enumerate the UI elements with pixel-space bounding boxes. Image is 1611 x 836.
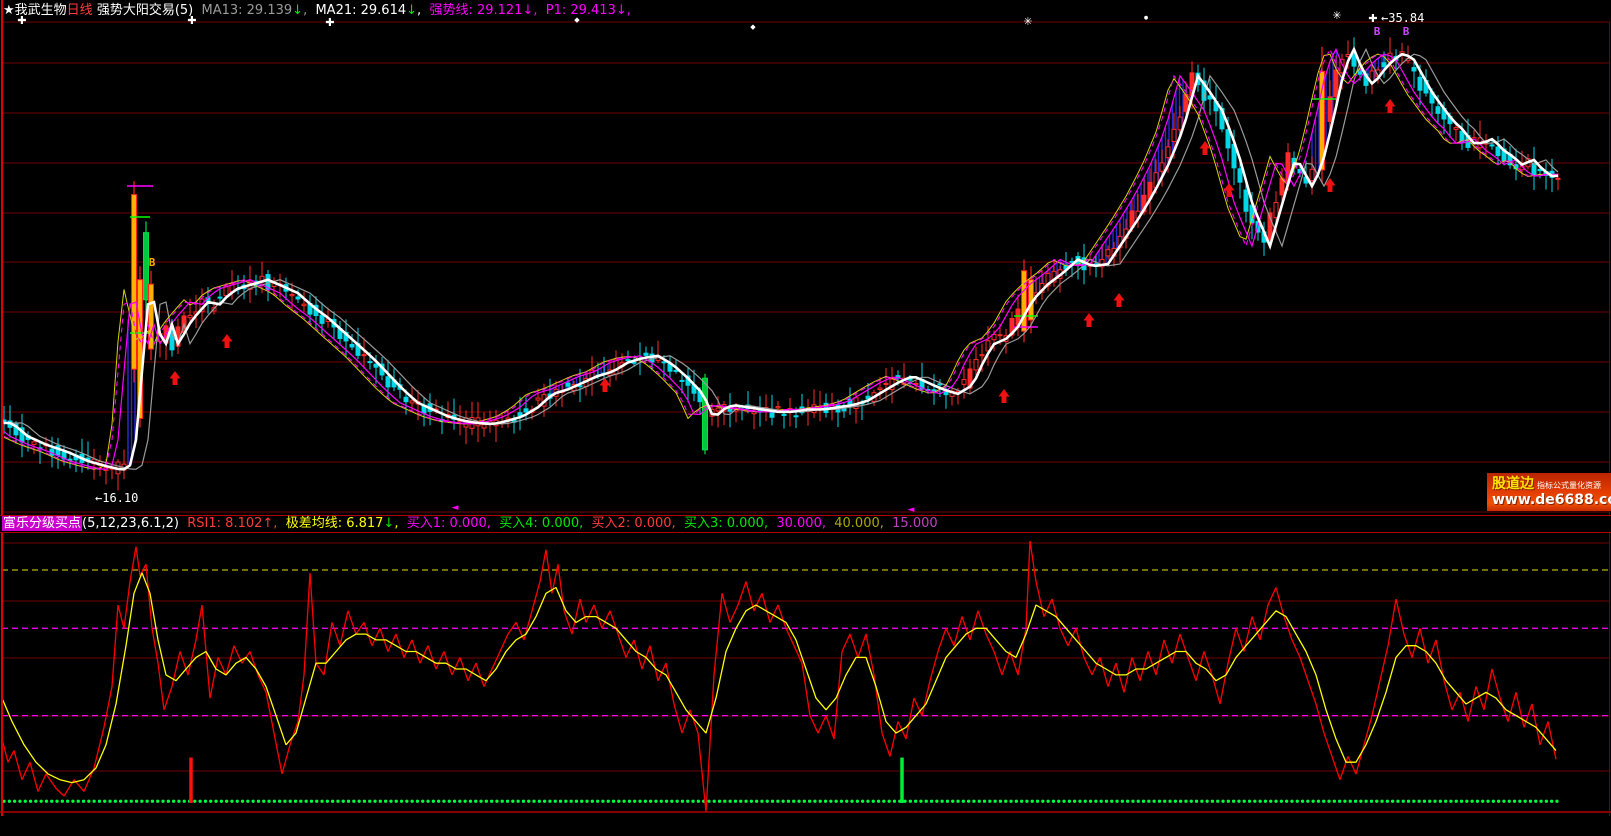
jicha-down-arrow-icon: ↓ xyxy=(383,516,394,531)
svg-text:B: B xyxy=(1403,25,1410,38)
watermark-brand: 股道边 xyxy=(1492,477,1534,492)
price-chart[interactable]: ✚✚✚◆◆✳●✳✚BBB◄◄←16.10←35.84 xyxy=(0,0,1611,515)
svg-text:✳: ✳ xyxy=(1332,9,1341,22)
const-15: 15.000 xyxy=(892,516,938,531)
buy4-value: 买入4: 0.000, xyxy=(499,516,583,531)
stock-chart-window: ✚✚✚◆◆✳●✳✚BBB◄◄←16.10←35.84 ★我武生物日线 强势大阳交… xyxy=(0,0,1611,836)
indicator-panel-header: 富乐分级买点(5,12,23,6.1,2) RSI1: 8.102↑, 极差均线… xyxy=(0,515,1611,533)
indicator-params: (5,12,23,6.1,2) xyxy=(82,516,179,531)
buy2-value: 买入2: 0.000, xyxy=(592,516,676,531)
indicator-borders xyxy=(0,533,1611,816)
main-indicator-name[interactable]: 强势大阳交易(5) xyxy=(97,3,193,18)
ma21-down-arrow-icon: ↓ xyxy=(406,3,417,18)
period-label[interactable]: 日线 xyxy=(67,3,93,18)
indicator-name[interactable]: 富乐分级买点 xyxy=(2,516,82,531)
p1-value: P1: 29.413 xyxy=(546,3,616,18)
svg-text:✳: ✳ xyxy=(1023,15,1032,28)
rsi1-up-arrow-icon: ↑, xyxy=(262,516,277,531)
svg-text:B: B xyxy=(149,256,156,269)
indicator-grid xyxy=(2,543,1609,771)
buy3-value: 买入3: 0.000, xyxy=(684,516,768,531)
watermark-ad[interactable]: 股道边 指标公式量化资源 www.de6688.com xyxy=(1487,473,1611,511)
rsi1-value: RSI1: 8.102 xyxy=(187,516,262,531)
ma13-down-arrow-icon: ↓ xyxy=(292,3,303,18)
watermark-url: www.de6688.com xyxy=(1492,492,1611,508)
stock-title[interactable]: ★我武生物 xyxy=(3,3,67,18)
ma21-value: MA21: 29.614 xyxy=(315,3,406,18)
indicator-chart[interactable] xyxy=(0,533,1611,816)
signal-bars xyxy=(191,758,902,803)
watermark-tagline: 指标公式量化资源 xyxy=(1537,481,1601,490)
special-candles xyxy=(132,47,1325,455)
price-grid xyxy=(2,22,1609,512)
buy1-value: 买入1: 0.000, xyxy=(407,516,491,531)
const-40: 40.000, xyxy=(834,516,884,531)
svg-text:◄: ◄ xyxy=(908,505,915,515)
price-panel-header: ★我武生物日线 强势大阳交易(5) MA13: 29.139 ↓, MA21: 2… xyxy=(3,2,631,20)
svg-text:◄: ◄ xyxy=(452,503,459,513)
svg-text:←35.84: ←35.84 xyxy=(1381,11,1424,25)
const-30: 30.000, xyxy=(776,516,826,531)
svg-text:✚: ✚ xyxy=(1368,12,1377,25)
p1-down-arrow-icon: ↓, xyxy=(616,3,631,18)
svg-text:←16.10: ←16.10 xyxy=(95,491,138,505)
jicha-value: 极差均线: 6.817 xyxy=(286,516,384,531)
ma13-value: MA13: 29.139 xyxy=(202,3,293,18)
price-labels: ←16.10 ←35.84 xyxy=(95,11,1424,505)
svg-text:◆: ◆ xyxy=(750,23,756,31)
svg-text:B: B xyxy=(1374,25,1381,38)
qiangshi-value: 强势线: 29.121 xyxy=(429,3,522,18)
qiangshi-down-arrow-icon: ↓, xyxy=(522,3,537,18)
svg-text:●: ● xyxy=(1144,15,1149,21)
